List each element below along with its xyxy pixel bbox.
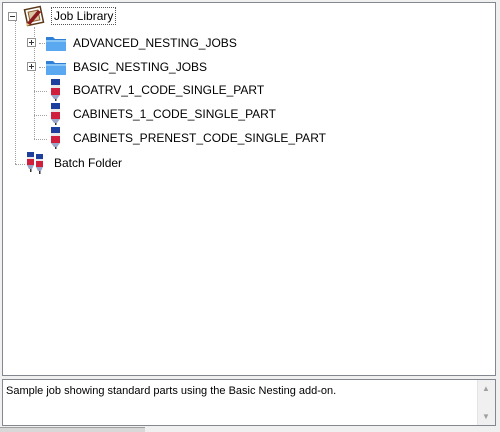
tree-item-label: BASIC_NESTING_JOBS [73,60,208,74]
horizontal-scrollbar-stub [0,427,145,432]
description-text: Sample job showing standard parts using … [6,385,337,397]
tree-item-label: Batch Folder [54,156,123,170]
folder-icon [45,57,67,77]
tree-connector [34,91,47,92]
tree-item-label: CABINETS_1_CODE_SINGLE_PART [73,107,276,121]
tree-root-label: Job Library [51,7,117,25]
tree-item-job[interactable]: CABINETS_1_CODE_SINGLE_PART [47,103,278,125]
tree-item-job[interactable]: CABINETS_PRENEST_CODE_SINGLE_PART [47,127,328,149]
collapse-toggle[interactable] [8,12,17,21]
expand-toggle[interactable] [27,62,36,71]
job-tree-panel[interactable]: Job Library ADVANCED_NESTING_JOBS BASIC_… [2,2,496,376]
description-panel[interactable]: Sample job showing standard parts using … [2,379,496,426]
job-library-icon [23,5,47,27]
tree-item-batch-folder[interactable]: Batch Folder [25,152,124,174]
tree-connector [34,115,47,116]
job-marker-icon [47,78,65,102]
tree-item-label: ADVANCED_NESTING_JOBS [73,36,237,50]
tree-item-label: CABINETS_PRENEST_CODE_SINGLE_PART [73,131,326,145]
tree-item-folder[interactable]: BASIC_NESTING_JOBS [45,56,209,78]
batch-folder-icon [25,151,47,175]
tree-connector [34,139,47,140]
tree-item-folder[interactable]: ADVANCED_NESTING_JOBS [45,32,239,54]
tree-connector [15,164,25,165]
scroll-up-button[interactable]: ▲ [478,380,494,397]
folder-icon [45,33,67,53]
tree-root-job-library[interactable]: Job Library [23,5,117,27]
job-marker-icon [47,102,65,126]
tree-connector [15,21,16,164]
tree-item-job[interactable]: BOATRV_1_CODE_SINGLE_PART [47,79,266,101]
expand-toggle[interactable] [27,38,36,47]
tree-item-label: BOATRV_1_CODE_SINGLE_PART [73,83,265,97]
job-marker-icon [47,126,65,150]
description-scrollbar[interactable]: ▲ ▼ [477,380,495,425]
scroll-down-button[interactable]: ▼ [478,408,494,425]
